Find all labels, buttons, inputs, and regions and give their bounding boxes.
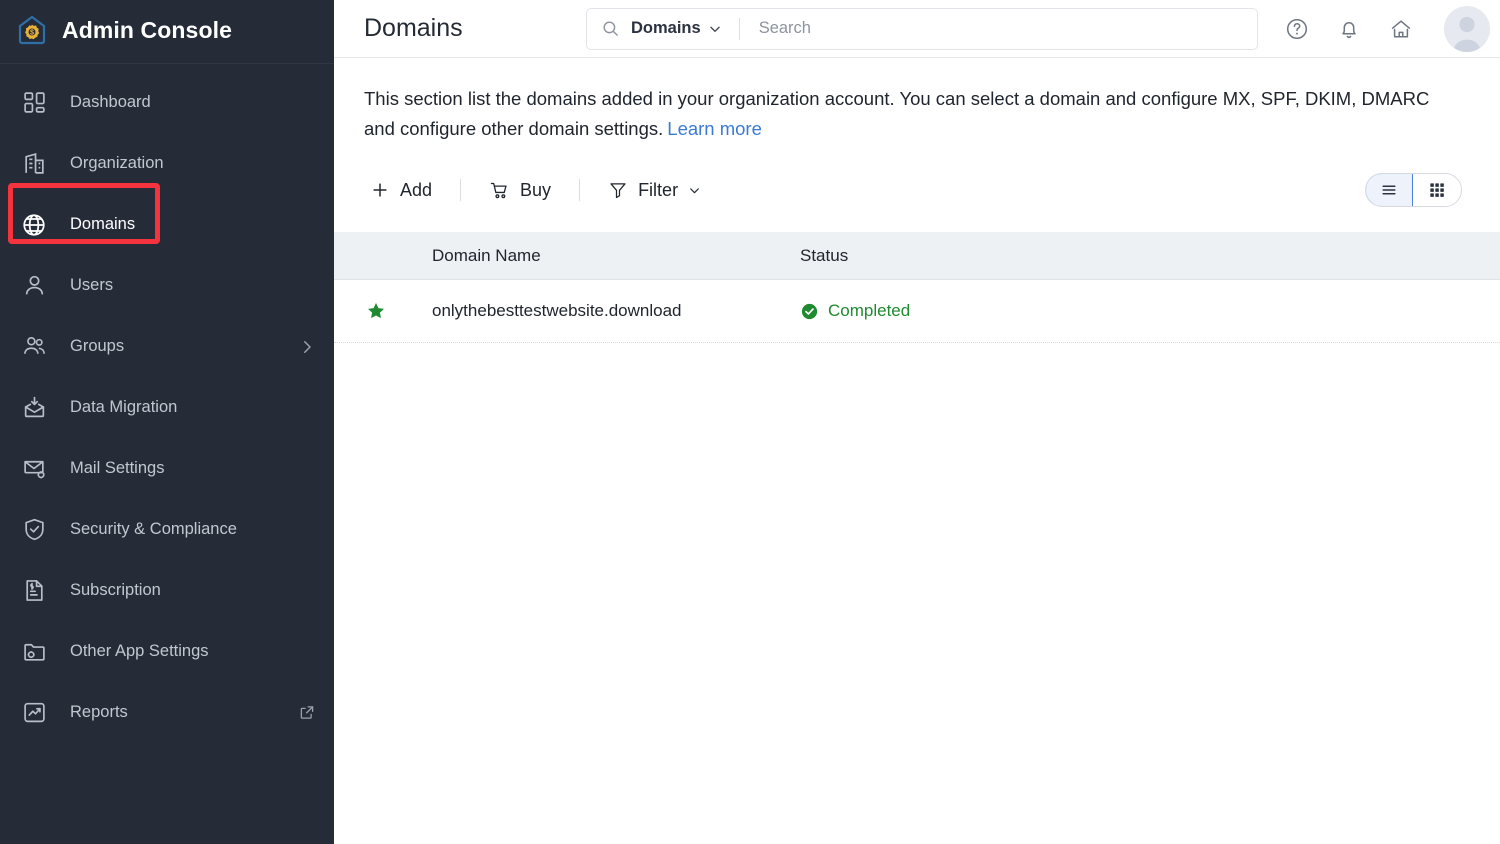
- sidebar-item-subscription[interactable]: Subscription: [0, 560, 334, 621]
- sidebar-item-dashboard[interactable]: Dashboard: [0, 72, 334, 133]
- sidebar-item-data-migration[interactable]: Data Migration: [0, 377, 334, 438]
- row-star-cell[interactable]: [334, 301, 432, 321]
- learn-more-link[interactable]: Learn more: [667, 118, 762, 139]
- sidebar-item-reports[interactable]: Reports: [0, 682, 334, 743]
- toolbar-divider: [460, 179, 461, 201]
- buy-button[interactable]: Buy: [483, 176, 557, 205]
- toolbar: Add Buy: [364, 168, 1462, 212]
- sidebar-item-label: Security & Compliance: [70, 520, 316, 539]
- search-input[interactable]: [757, 18, 1243, 39]
- dashboard-grid-icon: [20, 89, 48, 117]
- sidebar-item-groups[interactable]: Groups: [0, 316, 334, 377]
- folder-gear-icon: [20, 638, 48, 666]
- search-icon: [601, 19, 620, 38]
- sidebar-item-label: Domains: [70, 215, 316, 234]
- domains-table: Domain Name Status onlythebesttestwebsit…: [334, 232, 1500, 343]
- search-bar[interactable]: Domains: [586, 8, 1258, 50]
- sidebar-item-security-compliance[interactable]: Security & Compliance: [0, 499, 334, 560]
- sidebar-item-label: Other App Settings: [70, 642, 316, 661]
- sidebar-item-other-app-settings[interactable]: Other App Settings: [0, 621, 334, 682]
- building-icon: [20, 150, 48, 178]
- sidebar-divider: [0, 63, 334, 64]
- sidebar-item-label: Reports: [70, 703, 276, 722]
- sidebar-item-label: Groups: [70, 337, 276, 356]
- admin-console-page: $ Admin Console Dashboard: [0, 0, 1500, 844]
- sidebar-item-label: Mail Settings: [70, 459, 316, 478]
- search-divider: [739, 18, 740, 40]
- sidebar-item-label: Organization: [70, 154, 316, 173]
- sidebar-item-label: Data Migration: [70, 398, 316, 417]
- chevron-down-icon: [688, 184, 701, 197]
- brand-title: Admin Console: [62, 17, 232, 44]
- add-button[interactable]: Add: [364, 176, 438, 205]
- status-badge: Completed: [828, 301, 910, 321]
- row-status-cell: Completed: [800, 301, 1500, 321]
- top-bar-actions: [1258, 6, 1490, 52]
- toolbar-divider: [579, 179, 580, 201]
- external-link-icon[interactable]: [298, 704, 316, 722]
- filter-button-label: Filter: [638, 180, 678, 201]
- section-description: This section list the domains added in y…: [364, 84, 1462, 144]
- grid-view-icon[interactable]: [1413, 174, 1461, 206]
- row-domain-name[interactable]: onlythebesttestwebsite.download: [432, 301, 800, 321]
- chart-trend-icon: [20, 699, 48, 727]
- sidebar-item-organization[interactable]: Organization: [0, 133, 334, 194]
- chevron-down-icon[interactable]: [708, 22, 722, 36]
- check-circle-icon: [800, 302, 819, 321]
- description-text: This section list the domains added in y…: [364, 88, 1429, 139]
- sidebar-nav: Dashboard Organization: [0, 70, 334, 743]
- table-header-status: Status: [800, 246, 1500, 266]
- home-icon[interactable]: [1388, 16, 1414, 42]
- invoice-dollar-icon: [20, 577, 48, 605]
- user-avatar[interactable]: [1444, 6, 1490, 52]
- mail-download-icon: [20, 394, 48, 422]
- top-bar: Domains Domains: [334, 0, 1500, 58]
- bell-icon[interactable]: [1336, 16, 1362, 42]
- buy-button-label: Buy: [520, 180, 551, 201]
- funnel-icon: [608, 180, 628, 200]
- sidebar: $ Admin Console Dashboard: [0, 0, 334, 844]
- globe-icon: [20, 211, 48, 239]
- svg-text:$: $: [30, 28, 34, 37]
- sidebar-item-label: Users: [70, 276, 316, 295]
- house-gear-icon: $: [16, 14, 48, 46]
- brand: $ Admin Console: [0, 0, 334, 60]
- sidebar-item-label: Subscription: [70, 581, 316, 600]
- table-header-domain-name: Domain Name: [432, 246, 800, 266]
- help-circle-icon[interactable]: [1284, 16, 1310, 42]
- sidebar-item-users[interactable]: Users: [0, 255, 334, 316]
- main-area: Domains Domains: [334, 0, 1500, 844]
- star-filled-icon[interactable]: [366, 301, 386, 321]
- table-header-row: Domain Name Status: [334, 232, 1500, 280]
- list-view-icon[interactable]: [1365, 173, 1413, 207]
- view-toggle[interactable]: [1365, 173, 1462, 207]
- search-scope-label[interactable]: Domains: [631, 19, 701, 38]
- add-button-label: Add: [400, 180, 432, 201]
- page-title: Domains: [364, 14, 586, 43]
- sidebar-item-label: Dashboard: [70, 93, 316, 112]
- cart-icon: [489, 180, 510, 201]
- content-area: This section list the domains added in y…: [334, 58, 1500, 212]
- sidebar-item-domains[interactable]: Domains: [0, 194, 334, 255]
- filter-button[interactable]: Filter: [602, 176, 707, 205]
- chevron-right-icon[interactable]: [298, 338, 316, 356]
- mail-gear-icon: [20, 455, 48, 483]
- user-icon: [20, 272, 48, 300]
- sidebar-item-mail-settings[interactable]: Mail Settings: [0, 438, 334, 499]
- plus-icon: [370, 180, 390, 200]
- users-group-icon: [20, 333, 48, 361]
- shield-check-icon: [20, 516, 48, 544]
- table-row[interactable]: onlythebesttestwebsite.download Complete…: [334, 280, 1500, 343]
